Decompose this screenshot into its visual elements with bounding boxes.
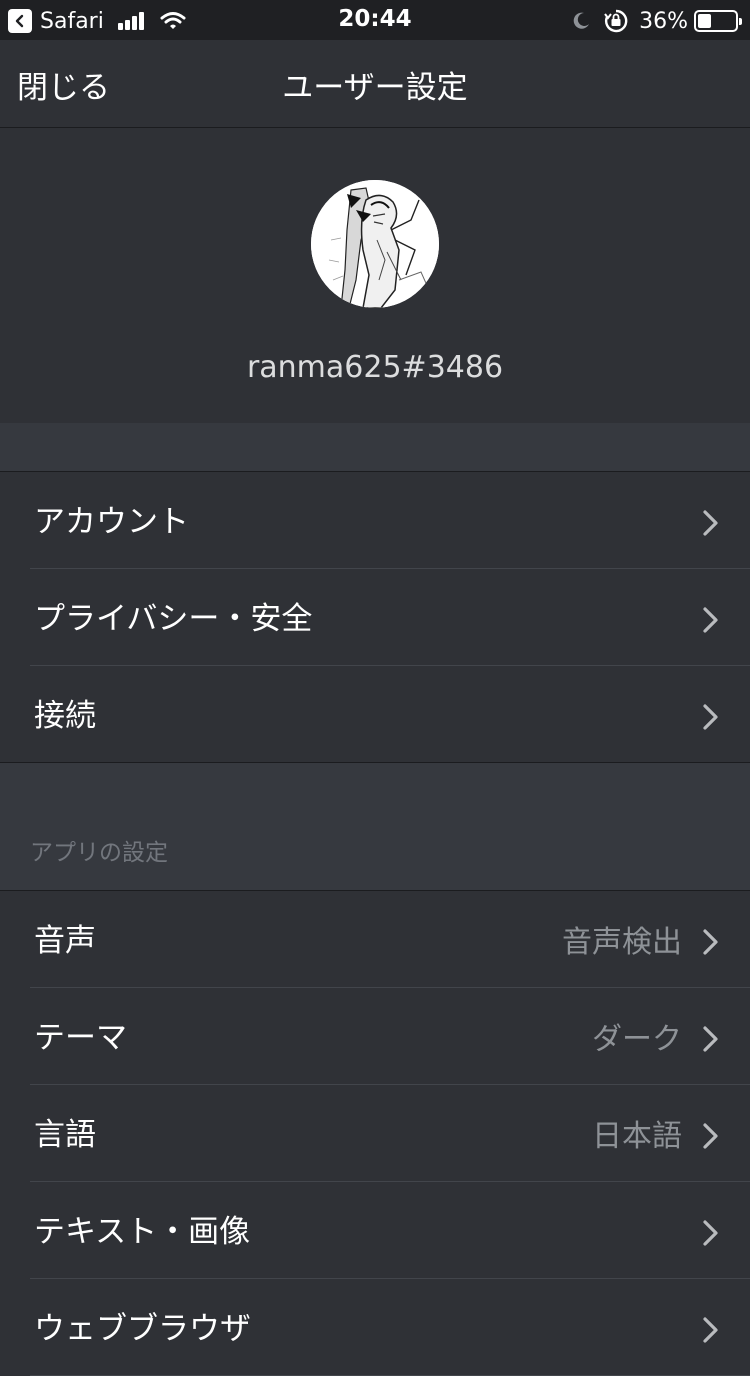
settings-row-theme[interactable]: テーマ ダーク [30,988,750,1085]
settings-row-account[interactable]: アカウント [30,472,750,569]
avatar[interactable] [311,180,439,308]
settings-row-voice[interactable]: 音声 音声検出 [30,891,750,988]
rotation-lock-icon [604,9,628,33]
row-label: プライバシー・安全 [34,601,313,637]
row-label: ウェブブラウザ [34,1311,251,1347]
chevron-right-icon [703,1317,718,1343]
row-label: アカウント [34,504,189,540]
row-value: 音声検出 [562,925,682,960]
chevron-right-icon [703,510,718,536]
row-label: 音声 [34,923,96,959]
section-divider [0,423,750,471]
page-title: ユーザー設定 [282,70,468,106]
battery-icon [694,10,742,32]
account-settings-list: アカウント プライバシー・安全 接続 [0,471,750,763]
status-bar: Safari 20:44 36% [0,0,750,40]
settings-row-connections[interactable]: 接続 [0,666,750,763]
row-value: 日本語 [592,1119,682,1154]
app-settings-list: 音声 音声検出 テーマ ダーク 言語 日本語 テキスト・画像 ウェブブラウザ [0,890,750,1376]
chevron-right-icon [703,704,718,730]
manga-avatar-image [311,180,439,308]
chevron-right-icon [703,607,718,633]
row-value: ダーク [592,1022,682,1057]
settings-row-privacy-safety[interactable]: プライバシー・安全 [30,569,750,666]
moon-icon [573,12,590,29]
navigation-bar: 閉じる ユーザー設定 [0,40,750,128]
username: ranma625#3486 [246,350,504,385]
profile-header: ranma625#3486 [0,128,750,423]
chevron-right-icon [703,929,718,955]
row-label: テキスト・画像 [34,1214,251,1250]
row-label: テーマ [34,1020,127,1056]
chevron-right-icon [703,1026,718,1052]
settings-row-language[interactable]: 言語 日本語 [30,1085,750,1182]
chevron-right-icon [703,1123,718,1149]
chevron-right-icon [703,1220,718,1246]
battery-level-fill [698,14,711,28]
settings-row-web-browser[interactable]: ウェブブラウザ [30,1279,750,1376]
section-header-app-settings: アプリの設定 [30,840,168,866]
row-label: 接続 [34,698,96,734]
row-label: 言語 [34,1117,96,1153]
settings-row-text-images[interactable]: テキスト・画像 [30,1182,750,1279]
app-settings-header-area: アプリの設定 [0,763,750,891]
battery-percent: 36% [639,8,688,34]
